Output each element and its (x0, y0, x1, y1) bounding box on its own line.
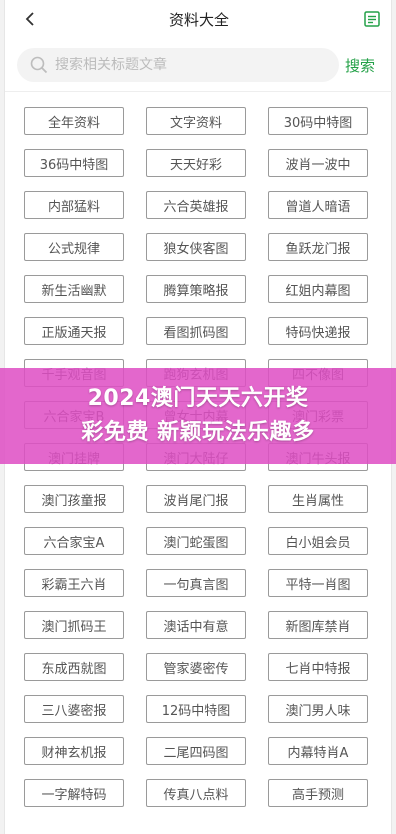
category-item[interactable]: 六合英雄报 (146, 191, 246, 219)
category-item[interactable]: 内幕特肖A (268, 737, 368, 765)
category-item[interactable]: 波肖尾门报 (146, 485, 246, 513)
category-item[interactable]: 平特一肖图 (268, 569, 368, 597)
category-item[interactable]: 特码快递报 (268, 317, 368, 345)
category-item[interactable]: 白小姐会员 (268, 527, 368, 555)
category-item[interactable]: 六合家宝A (24, 527, 124, 555)
category-item[interactable]: 曾道人暗语 (268, 191, 368, 219)
category-item[interactable]: 澳门蛇蛋图 (146, 527, 246, 555)
search-bar: 搜索 (5, 38, 393, 92)
back-button[interactable] (19, 8, 41, 30)
category-item[interactable]: 天天好彩 (146, 149, 246, 177)
category-item[interactable]: 公式规律 (24, 233, 124, 261)
banner-line-2: 彩免费 新颖玩法乐趣多 (81, 420, 315, 445)
category-item[interactable]: 澳门孩童报 (24, 485, 124, 513)
category-item[interactable]: 高手预测 (268, 779, 368, 807)
category-item[interactable]: 一句真言图 (146, 569, 246, 597)
search-button[interactable]: 搜索 (345, 55, 375, 76)
page-title: 资料大全 (168, 10, 229, 29)
category-item[interactable]: 12码中特图 (146, 695, 246, 723)
banner-line-1: 2024澳门天天六开奖 (87, 386, 309, 411)
category-item[interactable]: 正版通天报 (24, 317, 124, 345)
category-item[interactable]: 红姐内幕图 (268, 275, 368, 303)
search-box (17, 48, 339, 82)
category-item[interactable]: 新生活幽默 (24, 275, 124, 303)
menu-button[interactable] (363, 10, 381, 28)
category-item[interactable]: 看图抓码图 (146, 317, 246, 345)
category-item[interactable]: 波肖一波中 (268, 149, 368, 177)
category-item[interactable]: 36码中特图 (24, 149, 124, 177)
category-item[interactable]: 传真八点料 (146, 779, 246, 807)
category-item[interactable]: 澳话中有意 (146, 611, 246, 639)
category-item[interactable]: 东成西就图 (24, 653, 124, 681)
promo-banner[interactable]: 2024澳门天天六开奖 彩免费 新颖玩法乐趣多 (0, 368, 396, 464)
category-item[interactable]: 狼女侠客图 (146, 233, 246, 261)
category-item[interactable]: 文字资料 (146, 107, 246, 135)
category-item[interactable]: 全年资料 (24, 107, 124, 135)
category-item[interactable]: 30码中特图 (268, 107, 368, 135)
category-item[interactable]: 腾算策略报 (146, 275, 246, 303)
search-input[interactable] (55, 57, 325, 73)
category-item[interactable]: 一字解特码 (24, 779, 124, 807)
category-item[interactable]: 七肖中特报 (268, 653, 368, 681)
document-list-icon (364, 11, 380, 27)
category-item[interactable]: 管家婆密传 (146, 653, 246, 681)
category-item[interactable]: 二尾四码图 (146, 737, 246, 765)
category-item[interactable]: 三八婆密报 (24, 695, 124, 723)
category-item[interactable]: 彩霸王六肖 (24, 569, 124, 597)
chevron-left-icon (25, 12, 34, 26)
category-item[interactable]: 澳门抓码王 (24, 611, 124, 639)
category-item[interactable]: 澳门男人味 (268, 695, 368, 723)
category-item[interactable]: 财神玄机报 (24, 737, 124, 765)
search-icon (30, 56, 48, 74)
category-item[interactable]: 新图库禁肖 (268, 611, 368, 639)
header: 资料大全 (5, 0, 393, 38)
category-item[interactable]: 内部猛料 (24, 191, 124, 219)
category-item[interactable]: 生肖属性 (268, 485, 368, 513)
category-item[interactable]: 鱼跃龙门报 (268, 233, 368, 261)
